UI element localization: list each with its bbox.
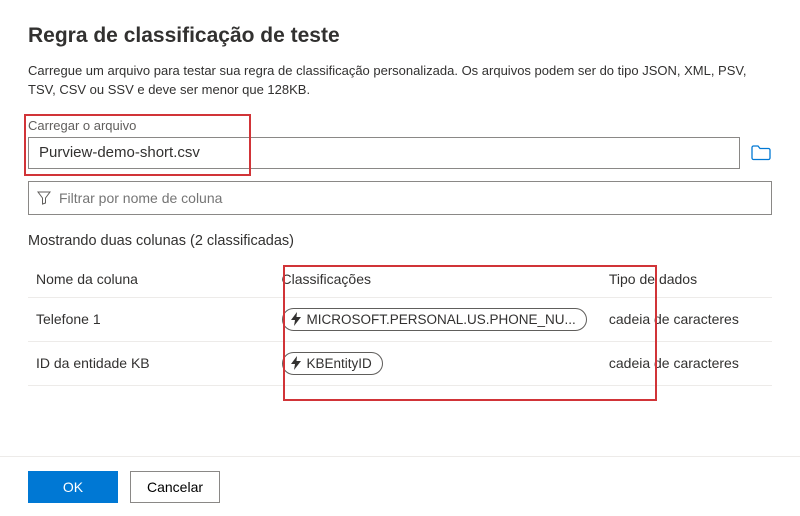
results-table-wrap: Nome da coluna Classificações Tipo de da… (28, 261, 772, 386)
cell-column-name: ID da entidade KB (28, 341, 274, 385)
results-heading: Mostrando duas colunas (2 classificadas) (28, 233, 772, 249)
classification-pill-text: MICROSOFT.PERSONAL.US.PHONE_NU... (307, 312, 576, 327)
page-title: Regra de classificação de teste (28, 24, 772, 48)
folder-icon (751, 145, 771, 161)
header-data-type: Tipo de dados (601, 261, 772, 298)
file-name-input[interactable] (28, 137, 740, 169)
table-row: ID da entidade KB KBEntityID cadeia de c… (28, 341, 772, 385)
file-input-row (28, 137, 772, 169)
cell-data-type: cadeia de caracteres (601, 341, 772, 385)
upload-label: Carregar o arquivo (28, 118, 772, 133)
table-row: Telefone 1 MICROSOFT.PERSONAL.US.PHONE_N… (28, 297, 772, 341)
classification-pill[interactable]: KBEntityID (282, 352, 383, 375)
filter-column-input[interactable] (59, 190, 763, 206)
cell-column-name: Telefone 1 (28, 297, 274, 341)
cancel-button[interactable]: Cancelar (130, 471, 220, 503)
classification-pill[interactable]: MICROSOFT.PERSONAL.US.PHONE_NU... (282, 308, 587, 331)
results-table: Nome da coluna Classificações Tipo de da… (28, 261, 772, 386)
upload-section: Carregar o arquivo (28, 118, 772, 169)
classification-pill-text: KBEntityID (307, 356, 372, 371)
description-text: Carregue um arquivo para testar sua regr… (28, 62, 772, 100)
ok-button[interactable]: OK (28, 471, 118, 503)
filter-row (28, 181, 772, 215)
cell-classification: MICROSOFT.PERSONAL.US.PHONE_NU... (274, 297, 601, 341)
footer-bar: OK Cancelar (0, 456, 800, 516)
cell-data-type: cadeia de caracteres (601, 297, 772, 341)
browse-folder-button[interactable] (750, 142, 772, 164)
header-classifications: Classificações (274, 261, 601, 298)
bolt-icon (291, 312, 301, 326)
filter-icon (37, 191, 51, 205)
header-column-name: Nome da coluna (28, 261, 274, 298)
bolt-icon (291, 356, 301, 370)
cell-classification: KBEntityID (274, 341, 601, 385)
